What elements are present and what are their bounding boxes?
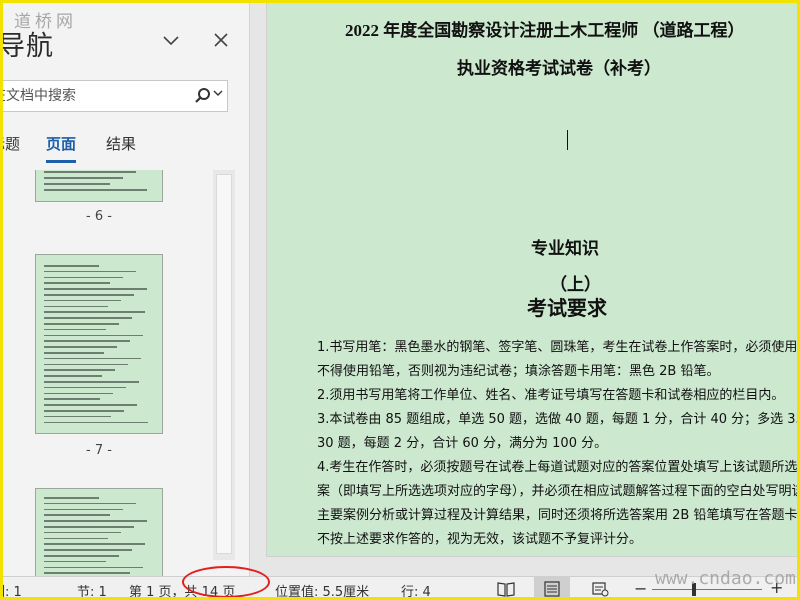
thumbnail-text-line (44, 421, 148, 424)
thumbnail-text-line (44, 566, 143, 569)
thumbnail-text-line (44, 270, 136, 273)
thumbnail-text-line (44, 294, 134, 296)
thumbnail-text-line (44, 520, 147, 522)
thumbnail-text-line (44, 183, 110, 185)
thumbnail-text-line (44, 288, 147, 290)
search-input[interactable] (0, 81, 190, 111)
page-thumbnail-7[interactable] (35, 254, 163, 434)
document-paragraph-line: 主要案例分析或计算过程及计算结果，同时还须将所选答案用 2B 铅笔填写在答题卡上… (317, 508, 800, 523)
thumbnail-text-line (44, 514, 110, 516)
thumbnail-text-line (44, 549, 132, 551)
navigation-pane: 导航 标题 页面 结果 - 6 - - 7 - (0, 0, 250, 576)
thumbnail-text-line (44, 375, 102, 377)
page-thumbnail-label: - 7 - (86, 443, 112, 458)
status-line[interactable]: 行: 4 (401, 581, 431, 600)
thumbnail-text-line (44, 543, 145, 545)
close-icon[interactable] (209, 29, 233, 53)
document-paragraph-line: 4.考生在作答时，必须按题号在试卷上每道试题对应的答案位置处填写上该试题所选择的 (317, 460, 800, 475)
document-paragraph-line: 1.书写用笔：黑色墨水的钢笔、签字笔、圆珠笔，考生在试卷上作答案时，必须使用书写… (317, 340, 800, 355)
thumbnail-text-line (44, 282, 110, 284)
document-title-line-1: 2022 年度全国勘察设计注册土木工程师 （道路工程） (345, 21, 745, 40)
print-layout-button[interactable] (534, 577, 570, 600)
web-layout-button[interactable] (582, 577, 618, 600)
thumbnail-text-line (44, 363, 128, 366)
thumbnail-text-line (44, 404, 137, 406)
text-cursor (567, 130, 568, 150)
thumbnail-text-line (44, 398, 100, 400)
tab-headings[interactable]: 标题 (0, 133, 20, 159)
thumbnail-text-line (44, 508, 123, 511)
thumbnail-text-line (44, 526, 134, 528)
thumbnail-text-line (44, 334, 143, 337)
tab-pages[interactable]: 页面 (46, 133, 77, 163)
thumbnail-text-line (44, 177, 123, 179)
document-paragraph-line: 3.本试卷由 85 题组成，单选 50 题，选做 40 题，每题 1 分，合计 … (317, 412, 800, 427)
thumbnail-text-line (44, 171, 136, 173)
thumbnail-text-line (44, 317, 132, 319)
document-paragraph-line: 案（即填写上所选选项对应的字母），并必须在相应试题解答过程下面的空白处写明该题 (317, 484, 800, 499)
thumbnail-text-line (44, 537, 108, 540)
web-layout-icon (592, 582, 609, 597)
thumbnail-text-line (44, 502, 136, 505)
page-thumbnail-6[interactable] (35, 170, 163, 202)
page-thumbnail-label: - 6 - (86, 209, 112, 224)
thumbnail-text-line (44, 340, 130, 342)
zoom-out-button[interactable]: − (634, 579, 647, 598)
thumbnail-text-line (44, 305, 108, 308)
document-paragraph-line: 2.须用书写用笔将工作单位、姓名、准考证号填写在答题卡和试卷相应的栏目内。 (317, 388, 785, 403)
scrollbar-thumb[interactable] (216, 174, 232, 554)
thumbnail-text-line (44, 560, 106, 563)
document-area: 2022 年度全国勘察设计注册土木工程师 （道路工程） 执业资格考试试卷（补考）… (250, 0, 800, 576)
thumbnail-text-line (44, 265, 99, 267)
thumbnail-text-line (44, 357, 141, 360)
thumbnail-text-line (44, 497, 99, 499)
thumbnail-text-line (44, 386, 126, 389)
search-icon[interactable] (194, 87, 214, 107)
thumbnail-text-line (44, 531, 121, 534)
search-options-chevron-icon[interactable] (213, 88, 223, 101)
thumbnail-text-line (44, 369, 115, 371)
thumbnail-text-line (44, 392, 113, 395)
status-section[interactable]: 节: 1 (77, 581, 107, 600)
thumbnail-text-line (44, 381, 139, 383)
thumbnail-text-line (44, 299, 121, 302)
thumbnail-text-line (44, 328, 106, 331)
watermark-bottom: www.cndao.com (655, 568, 796, 589)
thumbnail-text-line (44, 323, 119, 325)
thumbnail-text-line (44, 555, 119, 557)
page-thumbnail-8[interactable] (35, 488, 163, 576)
document-subtitle-1: 专业知识 (531, 239, 599, 258)
document-heading: 考试要求 (527, 298, 607, 320)
document-title-line-2: 执业资格考试试卷（补考） (457, 59, 661, 78)
chevron-down-icon[interactable] (160, 30, 182, 52)
zoom-slider[interactable] (652, 589, 762, 590)
thumbnail-text-line (44, 311, 145, 313)
thumbnail-scrollbar[interactable] (213, 170, 235, 560)
thumbnail-text-line (44, 189, 147, 191)
document-paragraph-line: 不按上述要求作答的，视为无效，该试题不予复评计分。 (317, 532, 643, 547)
document-paragraph-line: 不得使用铅笔，否则视为违纪试卷；填涂答题卡用笔：黑色 2B 铅笔。 (317, 364, 720, 379)
thumbnail-text-line (44, 352, 104, 354)
tab-results[interactable]: 结果 (106, 133, 136, 159)
page-layout-icon (544, 581, 560, 597)
book-icon (497, 582, 515, 597)
document-paragraph-line: 30 题，每题 2 分，合计 60 分，满分为 100 分。 (317, 436, 608, 451)
thumbnail-text-line (44, 572, 130, 574)
status-position[interactable]: 位置值: 5.5厘米 (275, 581, 369, 600)
nav-tabs: 标题 页面 结果 (0, 133, 249, 163)
highlight-circle-annotation (182, 566, 270, 598)
status-column[interactable]: 列: 1 (0, 581, 22, 600)
read-mode-button[interactable] (488, 577, 524, 600)
document-page[interactable]: 2022 年度全国勘察设计注册土木工程师 （道路工程） 执业资格考试试卷（补考）… (267, 0, 800, 556)
thumbnail-text-line (44, 276, 123, 279)
search-box (0, 80, 228, 112)
thumbnail-text-line (44, 346, 117, 348)
thumbnail-text-line (44, 415, 111, 418)
thumbnail-text-line (44, 410, 124, 412)
watermark-top: 道桥网 (14, 12, 77, 32)
